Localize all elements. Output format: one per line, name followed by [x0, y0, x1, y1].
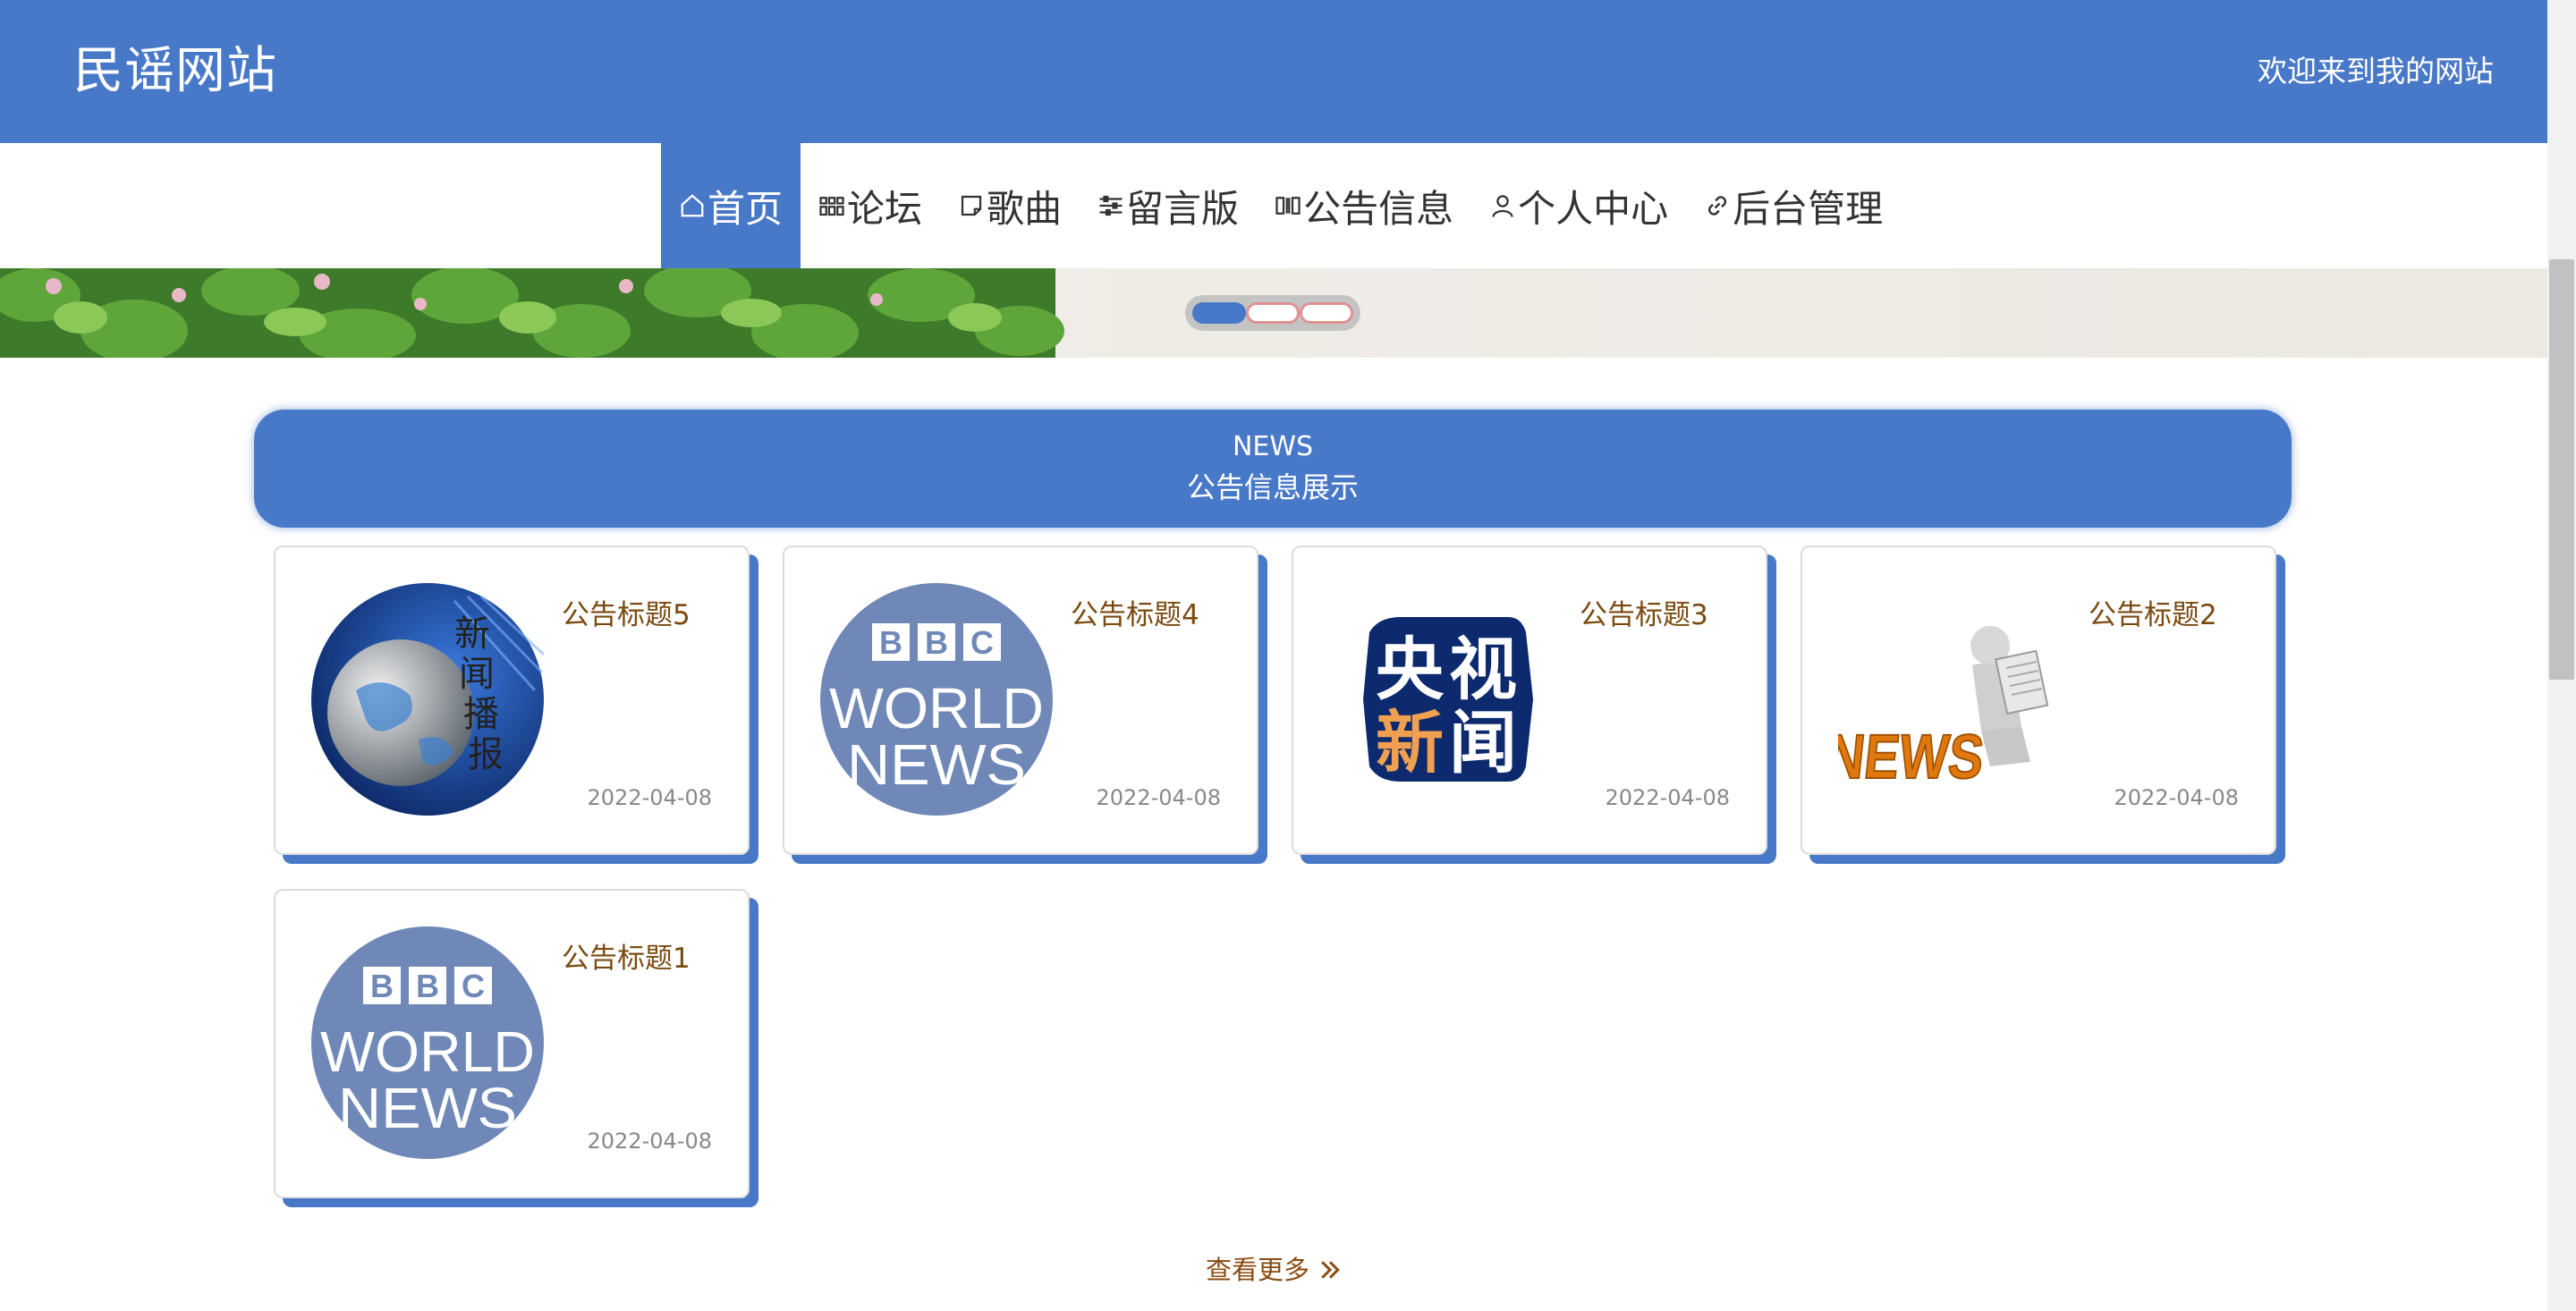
scrollbar-thumb[interactable]	[2549, 259, 2574, 680]
announcement-card[interactable]: BBC WORLD NEWS 公告标题4 2022-04-08	[783, 546, 1258, 855]
banner-image	[0, 268, 1091, 358]
view-more-label: 查看更多	[1206, 1255, 1310, 1285]
nav-item-label: 首页	[708, 186, 784, 231]
columns-icon	[1275, 197, 1301, 215]
card-date: 2022-04-08	[1096, 785, 1221, 810]
carousel-indicators	[1185, 295, 1360, 331]
welcome-text: 欢迎来到我的网站	[2258, 54, 2494, 89]
link-icon	[1708, 196, 1727, 216]
announcement-card[interactable]: BBC WORLD NEWS 公告标题1 2022-04-08	[274, 889, 750, 1198]
carousel-dot-1[interactable]	[1192, 302, 1246, 324]
card-title[interactable]: 公告标题2	[2089, 597, 2267, 633]
nav-item-label: 歌曲	[987, 186, 1063, 231]
card-date: 2022-04-08	[2114, 785, 2239, 810]
svg-text:B: B	[925, 624, 948, 661]
grid-icon	[819, 197, 844, 216]
svg-text:NEWS: NEWS	[338, 1076, 517, 1140]
svg-text:B: B	[416, 968, 439, 1004]
nav-item-profile[interactable]: 个人中心	[1471, 143, 1686, 268]
svg-text:B: B	[370, 968, 394, 1004]
card-image-text-1: 新	[454, 613, 490, 655]
svg-text:视: 视	[1449, 630, 1517, 709]
home-icon	[681, 194, 704, 217]
banner-carousel[interactable]	[0, 268, 2547, 358]
card-date: 2022-04-08	[587, 1129, 712, 1154]
main-nav: 首页 论坛 歌曲 留言版 公告信息 个人中心 后台管理	[0, 143, 2547, 268]
svg-text:闻: 闻	[1449, 703, 1517, 782]
news-3d-figure-image: NEWS	[1838, 583, 2071, 816]
nav-item-label: 后台管理	[1733, 186, 1884, 231]
nav-item-label: 公告信息	[1303, 186, 1454, 231]
nav-item-label: 个人中心	[1518, 186, 1669, 231]
svg-text:C: C	[462, 968, 485, 1004]
page-scrollbar[interactable]	[2547, 0, 2576, 1311]
carousel-dot-3[interactable]	[1300, 302, 1353, 324]
svg-text:NEWS: NEWS	[847, 732, 1026, 797]
bbc-world-news-logo: BBC WORLD NEWS	[311, 926, 544, 1159]
user-icon	[1492, 195, 1513, 217]
section-title-cn: 公告信息展示	[1186, 470, 1359, 504]
double-chevron-right-icon	[1321, 1261, 1340, 1279]
svg-text:WORLD: WORLD	[320, 1019, 535, 1084]
section-header: NEWS 公告信息展示	[254, 410, 2292, 528]
svg-text:央: 央	[1376, 630, 1445, 709]
card-title[interactable]: 公告标题5	[562, 597, 741, 633]
cctv-news-logo: 央 视 新 闻	[1363, 617, 1533, 782]
note-icon	[961, 195, 982, 216]
card-image-text-2: 闻	[459, 654, 495, 695]
site-header: 民谣网站 欢迎来到我的网站	[0, 0, 2547, 143]
announcement-card[interactable]: 新 闻 播 报 公告标题5 2022-04-08	[274, 546, 750, 855]
svg-text:B: B	[879, 624, 902, 661]
nav-item-label: 留言版	[1126, 186, 1240, 231]
svg-text:WORLD: WORLD	[829, 676, 1044, 740]
card-title[interactable]: 公告标题1	[562, 941, 741, 977]
nav-item-admin[interactable]: 后台管理	[1686, 143, 1901, 268]
site-title[interactable]: 民谣网站	[73, 39, 277, 104]
card-date: 2022-04-08	[587, 785, 712, 810]
svg-text:新: 新	[1376, 703, 1444, 782]
nav-item-guestbook[interactable]: 留言版	[1080, 143, 1257, 268]
card-title[interactable]: 公告标题4	[1071, 597, 1250, 633]
globe-news-image: 新 闻 播 报	[311, 583, 544, 816]
svg-text:NEWS: NEWS	[1838, 721, 1987, 791]
nav-item-label: 论坛	[847, 186, 923, 231]
section-title-en: NEWS	[1232, 431, 1314, 462]
card-image-text-4: 报	[468, 734, 504, 775]
announcement-card[interactable]: NEWS 公告标题2 2022-04-08	[1801, 546, 2276, 855]
view-more-link[interactable]: 查看更多	[1206, 1252, 1343, 1288]
nav-item-home[interactable]: 首页	[661, 143, 801, 268]
nav-item-songs[interactable]: 歌曲	[940, 143, 1080, 268]
nav-item-announcements[interactable]: 公告信息	[1257, 143, 1471, 268]
card-image-text-3: 播	[463, 694, 499, 735]
nav-item-forum[interactable]: 论坛	[801, 143, 940, 268]
card-title[interactable]: 公告标题3	[1580, 597, 1758, 633]
bbc-world-news-logo: BBC WORLD NEWS	[820, 583, 1053, 816]
card-date: 2022-04-08	[1605, 785, 1730, 810]
sliders-icon	[1099, 195, 1123, 216]
svg-text:C: C	[970, 624, 994, 661]
announcement-card[interactable]: 央 视 新 闻 公告标题3 2022-04-08	[1292, 546, 1767, 855]
carousel-dot-2[interactable]	[1246, 302, 1300, 324]
